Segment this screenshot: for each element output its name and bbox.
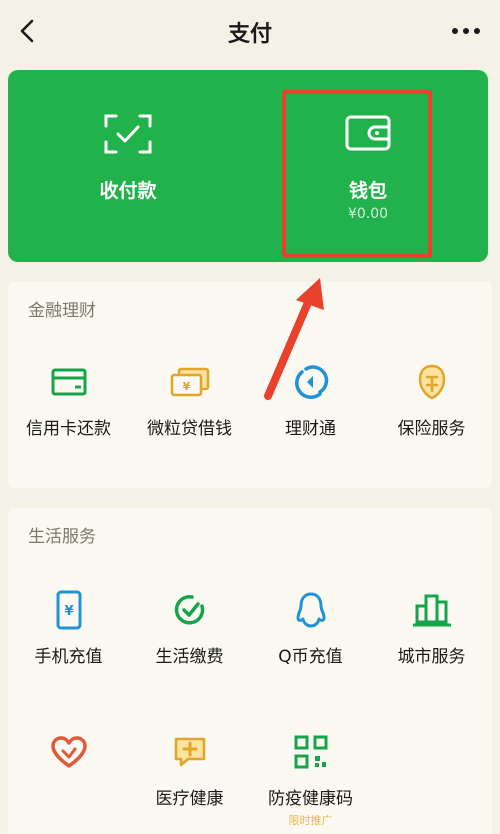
page-title: 支付: [227, 22, 272, 47]
charity-icon: [50, 736, 87, 768]
life-services-section: 生活服务 ¥ 手机充值 生活缴费 Q币充值 城市服务 医疗健康 防疫健康码 限时…: [8, 508, 492, 834]
insurance-service-item[interactable]: 保险服务: [371, 362, 492, 462]
more-dots-icon: [452, 28, 480, 34]
top-bar: 支付: [0, 0, 500, 62]
phone-topup-item[interactable]: ¥ 手机充值: [8, 590, 129, 690]
receive-pay-label: 收付款: [99, 180, 157, 202]
section-title: 生活服务: [28, 527, 96, 547]
city-service-item[interactable]: 城市服务: [371, 590, 492, 690]
credit-card-repay-item[interactable]: 信用卡还款: [8, 362, 129, 462]
qq-coin-icon: [296, 592, 325, 628]
receive-pay-button[interactable]: 收付款: [8, 70, 248, 262]
svg-text:¥: ¥: [64, 604, 73, 619]
loan-icon: ¥: [170, 367, 209, 397]
health-code-item[interactable]: 防疫健康码 限时推广: [250, 732, 371, 832]
more-button[interactable]: [446, 14, 486, 48]
phone-topup-icon: ¥: [56, 590, 81, 630]
health-code-icon: [294, 735, 327, 769]
section-title: 金融理财: [28, 301, 96, 321]
qq-coin-topup-item[interactable]: Q币充值: [250, 590, 371, 690]
insurance-icon: [418, 364, 445, 400]
promo-tag: 限时推广: [288, 814, 333, 827]
city-service-icon: [412, 594, 451, 627]
utility-bill-item[interactable]: 生活缴费: [129, 590, 250, 690]
weilidai-loan-item[interactable]: ¥ 微粒贷借钱: [129, 362, 250, 462]
scan-check-icon: [104, 114, 152, 154]
annotation-arrow-icon: [264, 278, 324, 400]
utility-bill-icon: [174, 595, 204, 625]
medical-health-item[interactable]: 医疗健康: [129, 732, 250, 832]
svg-text:¥: ¥: [182, 380, 190, 393]
medical-icon: [174, 737, 205, 767]
credit-card-icon: [51, 368, 86, 396]
charity-item[interactable]: [8, 732, 129, 832]
payment-screen: 支付 收付款 钱包 ¥0.00 金融理财 信用卡还款 ¥ 微粒贷借钱 理财通 保…: [0, 0, 500, 834]
highlight-box: [282, 90, 432, 258]
